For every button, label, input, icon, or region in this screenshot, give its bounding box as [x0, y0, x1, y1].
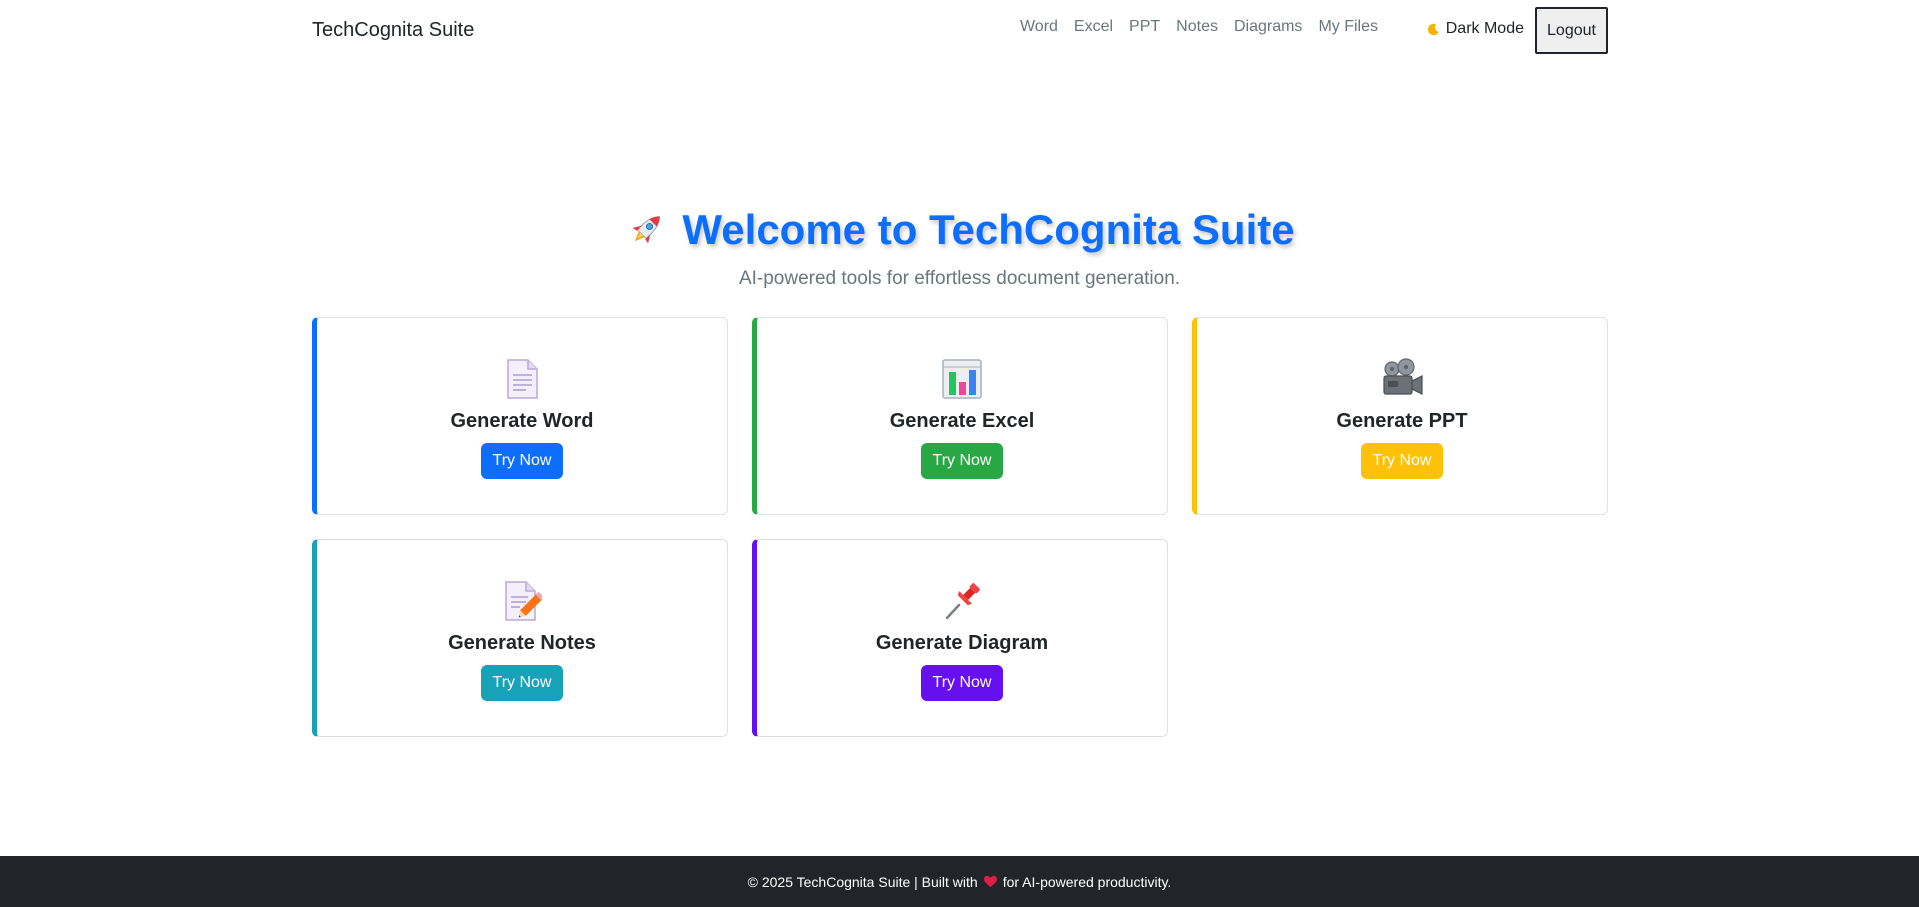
page: TechCognita Suite Word Excel PPT Notes D…: [0, 0, 1919, 907]
heart-icon: [983, 875, 997, 888]
moon-icon: [1427, 23, 1439, 35]
navbar: TechCognita Suite Word Excel PPT Notes D…: [312, 0, 1608, 64]
dark-mode-label: Dark Mode: [1445, 20, 1524, 37]
hero-title-text: Welcome to TechCognita Suite: [682, 206, 1295, 253]
card-title: Generate Diagram: [875, 632, 1049, 654]
nav-link-notes[interactable]: Notes: [1168, 17, 1226, 37]
document-icon: [507, 359, 538, 399]
nav-link-excel[interactable]: Excel: [1066, 17, 1121, 37]
nav-links: Word Excel PPT Notes Diagrams My Files: [1012, 17, 1386, 37]
card-diagram: Generate Diagram Try Now: [752, 539, 1168, 737]
hero-title: Welcome to TechCognita Suite: [0, 206, 1919, 254]
try-now-button-ppt[interactable]: Try Now: [1361, 443, 1443, 479]
try-now-button-notes[interactable]: Try Now: [481, 665, 563, 701]
hero-subtitle: AI-powered tools for effortless document…: [738, 268, 1181, 289]
card-title: Generate Word: [450, 410, 594, 432]
nav-link-diagrams[interactable]: Diagrams: [1226, 17, 1310, 37]
card-title: Generate PPT: [1336, 410, 1468, 432]
bar-chart-icon: [942, 359, 982, 399]
try-now-button-word[interactable]: Try Now: [481, 443, 563, 479]
card-word: Generate Word Try Now: [312, 317, 728, 515]
memo-icon: [505, 581, 542, 621]
nav-link-word[interactable]: Word: [1012, 17, 1066, 37]
footer-text-after: for AI-powered productivity.: [1002, 873, 1172, 890]
pushpin-icon: [945, 582, 981, 620]
movie-camera-icon: [1383, 358, 1423, 395]
card-excel: Generate Excel Try Now: [752, 317, 1168, 515]
nav-link-ppt[interactable]: PPT: [1121, 17, 1168, 37]
footer-text-before: © 2025 TechCognita Suite | Built with: [747, 873, 978, 890]
dark-mode-toggle[interactable]: Dark Mode: [1427, 20, 1524, 38]
brand-link[interactable]: TechCognita Suite: [312, 19, 474, 42]
footer: © 2025 TechCognita Suite | Built with fo…: [0, 856, 1919, 907]
try-now-button-excel[interactable]: Try Now: [921, 443, 1003, 479]
nav-link-my-files[interactable]: My Files: [1310, 17, 1386, 37]
logout-button[interactable]: Logout: [1535, 7, 1608, 54]
try-now-button-diagram[interactable]: Try Now: [921, 665, 1003, 701]
card-title: Generate Excel: [889, 410, 1035, 432]
card-notes: Generate Notes Try Now: [312, 539, 728, 737]
rocket-icon: [632, 216, 661, 244]
card-title: Generate Notes: [448, 632, 596, 654]
card-ppt: Generate PPT Try Now: [1192, 317, 1608, 515]
